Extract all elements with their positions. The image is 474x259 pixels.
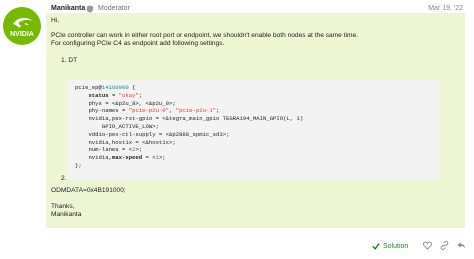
signature-text: Manikanta bbox=[51, 211, 82, 218]
code-line: nvidia,pex-rst-gpio = <&tegra_main_gpio … bbox=[88, 115, 304, 123]
intro-text-line1: PCIe controller can work in either root … bbox=[51, 32, 358, 39]
avatar-logo-text: NVIDIA bbox=[10, 31, 34, 38]
post-body: Hi, PCIe controller can work in either r… bbox=[46, 13, 465, 228]
solution-label: Solution bbox=[383, 242, 409, 250]
nvidia-logo-icon bbox=[13, 17, 33, 28]
code-line: nvidia,max-speed = <1>; bbox=[88, 154, 166, 162]
thanks-text: Thanks, bbox=[51, 203, 75, 210]
code-block: pcie_ep@14160000 { status = "okay"; phys… bbox=[67, 80, 440, 180]
code-line: num-lanes = <2>; bbox=[88, 146, 143, 154]
post-actions: Solution bbox=[360, 239, 472, 253]
code-line: pcie_ep@14160000 { bbox=[75, 84, 136, 91]
code-line: nvidia,host1x = <&host1x>; bbox=[88, 138, 176, 146]
intro-text-line2: For configuring PCIe C4 as endpoint add … bbox=[51, 40, 225, 47]
check-icon bbox=[372, 243, 380, 250]
reply-icon[interactable] bbox=[457, 241, 466, 250]
step-1-label: 1. DT bbox=[61, 57, 78, 64]
greeting-text: Hi, bbox=[51, 17, 60, 24]
code-line: GPIO_ACTIVE_LOW>; bbox=[101, 122, 159, 130]
shield-icon bbox=[86, 5, 94, 13]
solution-button[interactable]: Solution bbox=[372, 239, 408, 253]
odmdata-text: ODMDATA=0x4B191000; bbox=[51, 187, 126, 194]
code-line: phy-names = "pcie-p2u-0", "pcie-p2u-1"; bbox=[88, 107, 220, 115]
heart-icon[interactable] bbox=[423, 241, 432, 250]
code-line: vddio-pex-ctl-supply = <&p2888_spmic_sd3… bbox=[88, 130, 230, 138]
code-line: phys = <&p2u_8>, <&p2u_9>; bbox=[88, 99, 176, 107]
step-2-label: 2. bbox=[61, 175, 67, 182]
link-icon[interactable] bbox=[440, 241, 449, 250]
code-line: }; bbox=[75, 161, 82, 169]
avatar[interactable]: NVIDIA bbox=[3, 7, 41, 45]
code-line: status = "okay"; bbox=[88, 91, 143, 99]
